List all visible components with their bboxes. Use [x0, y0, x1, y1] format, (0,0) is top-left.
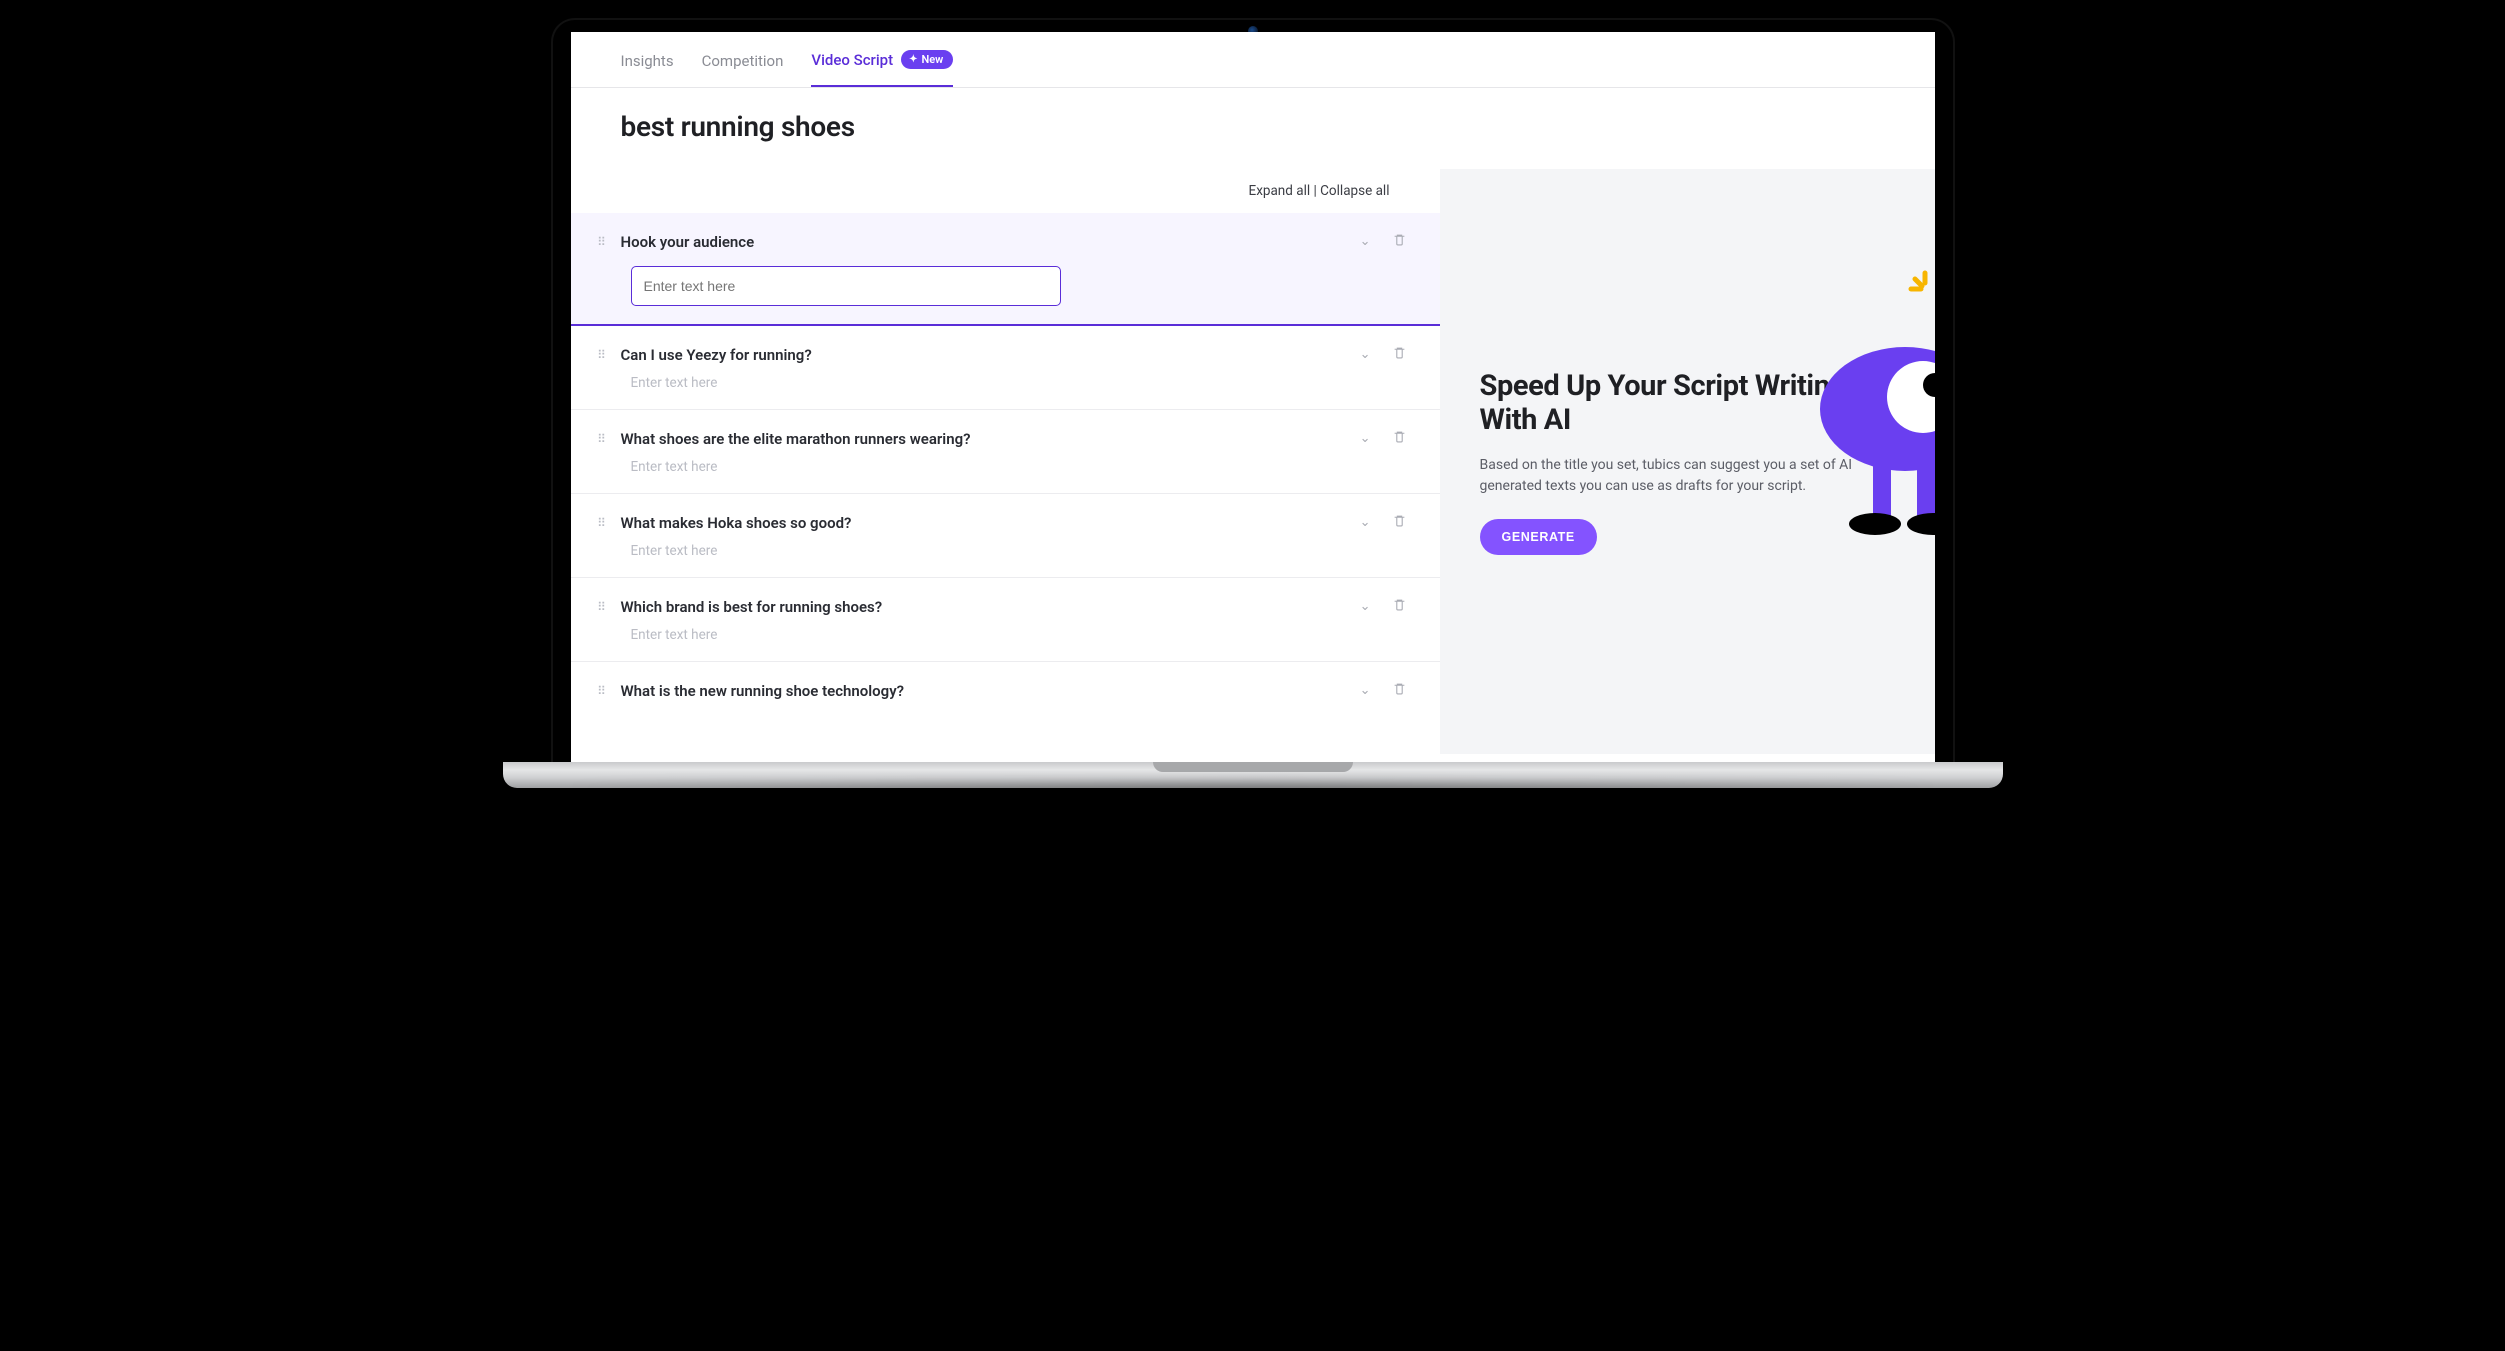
- section-placeholder[interactable]: Enter text here: [631, 375, 1410, 391]
- tab-video-script[interactable]: Video Script ✦ New: [811, 50, 953, 87]
- laptop-frame: Insights Competition Video Script ✦ New …: [553, 20, 1953, 762]
- drag-handle-icon[interactable]: ⠿: [595, 436, 607, 442]
- section-header: ⠿ What makes Hoka shoes so good? ⌄: [595, 512, 1410, 533]
- new-badge: ✦ New: [901, 50, 953, 69]
- section-header: ⠿ What is the new running shoe technolog…: [595, 680, 1410, 701]
- tab-insights[interactable]: Insights: [621, 52, 674, 86]
- script-section: ⠿ Hook your audience ⌄: [571, 213, 1440, 326]
- section-title: What makes Hoka shoes so good?: [621, 514, 1342, 532]
- trash-icon[interactable]: [1389, 344, 1410, 365]
- new-badge-label: New: [921, 53, 943, 66]
- app-screen: Insights Competition Video Script ✦ New …: [571, 32, 1935, 762]
- chevron-down-icon[interactable]: ⌄: [1356, 681, 1375, 700]
- page-title: best running shoes: [571, 88, 1935, 169]
- section-placeholder[interactable]: Enter text here: [631, 627, 1410, 643]
- expand-separator: |: [1310, 183, 1320, 199]
- section-title: Can I use Yeezy for running?: [621, 346, 1342, 364]
- drag-handle-icon[interactable]: ⠿: [595, 352, 607, 358]
- trash-icon[interactable]: [1389, 231, 1410, 252]
- trash-icon[interactable]: [1389, 680, 1410, 701]
- tabs-row: Insights Competition Video Script ✦ New: [621, 50, 1885, 87]
- top-tabs-bar: Insights Competition Video Script ✦ New: [571, 32, 1935, 88]
- section-placeholder[interactable]: Enter text here: [631, 543, 1410, 559]
- script-section: ⠿ What is the new running shoe technolog…: [571, 662, 1440, 719]
- workspace: Expand all | Collapse all ⠿ Hook your au…: [571, 169, 1935, 754]
- script-sections-pane: Expand all | Collapse all ⠿ Hook your au…: [571, 169, 1440, 754]
- trash-icon[interactable]: [1389, 428, 1410, 449]
- chevron-down-icon[interactable]: ⌄: [1356, 429, 1375, 448]
- section-title: What is the new running shoe technology?: [621, 682, 1342, 700]
- expand-collapse-row: Expand all | Collapse all: [571, 169, 1440, 213]
- collapse-all-link[interactable]: Collapse all: [1320, 183, 1389, 199]
- chevron-down-icon[interactable]: ⌄: [1356, 232, 1375, 251]
- sparkle-icon: ✦: [909, 54, 917, 65]
- script-section: ⠿ What shoes are the elite marathon runn…: [571, 410, 1440, 494]
- script-section: ⠿ Can I use Yeezy for running? ⌄ Enter t…: [571, 326, 1440, 410]
- expand-all-link[interactable]: Expand all: [1249, 183, 1311, 199]
- tab-competition[interactable]: Competition: [702, 52, 784, 86]
- generate-button[interactable]: GENERATE: [1480, 519, 1597, 555]
- drag-handle-icon[interactable]: ⠿: [595, 520, 607, 526]
- hook-text-input[interactable]: [631, 266, 1061, 306]
- trash-icon[interactable]: [1389, 512, 1410, 533]
- chevron-down-icon[interactable]: ⌄: [1356, 345, 1375, 364]
- section-header: ⠿ What shoes are the elite marathon runn…: [595, 428, 1410, 449]
- chevron-down-icon[interactable]: ⌄: [1356, 513, 1375, 532]
- section-header: ⠿ Hook your audience ⌄: [595, 231, 1410, 252]
- section-title: Which brand is best for running shoes?: [621, 598, 1342, 616]
- tab-video-script-label: Video Script: [811, 51, 893, 69]
- sun-burst-icon: [1905, 269, 1935, 309]
- script-section: ⠿ Which brand is best for running shoes?…: [571, 578, 1440, 662]
- laptop-shadow: [553, 784, 1953, 824]
- section-header: ⠿ Can I use Yeezy for running? ⌄: [595, 344, 1410, 365]
- chevron-down-icon[interactable]: ⌄: [1356, 597, 1375, 616]
- drag-handle-icon[interactable]: ⠿: [595, 239, 607, 245]
- trash-icon[interactable]: [1389, 596, 1410, 617]
- drag-handle-icon[interactable]: ⠿: [595, 604, 607, 610]
- section-title: Hook your audience: [621, 233, 1342, 251]
- section-header: ⠿ Which brand is best for running shoes?…: [595, 596, 1410, 617]
- mascot-character-icon: [1795, 329, 1935, 549]
- drag-handle-icon[interactable]: ⠿: [595, 688, 607, 694]
- section-title: What shoes are the elite marathon runner…: [621, 430, 1342, 448]
- ai-promo-pane: Speed Up Your Script Writing With AI Bas…: [1440, 169, 1935, 754]
- section-placeholder[interactable]: Enter text here: [631, 459, 1410, 475]
- script-section: ⠿ What makes Hoka shoes so good? ⌄ Enter…: [571, 494, 1440, 578]
